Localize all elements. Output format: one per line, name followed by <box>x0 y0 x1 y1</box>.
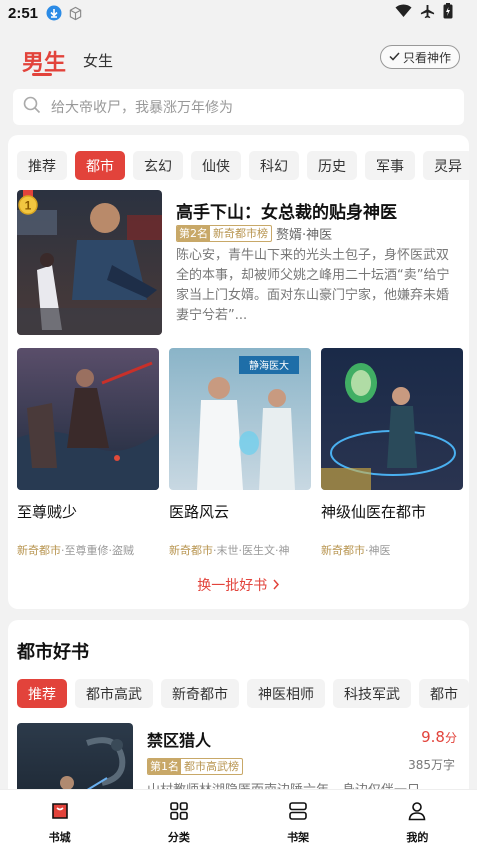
section-title: 都市好书 <box>17 642 89 663</box>
tab-male-indicator <box>32 73 52 76</box>
grid-book-tags: 新奇都市·至尊重修·盗贼 <box>17 542 159 558</box>
wifi-icon <box>395 4 412 22</box>
top-book-genre-tags: 赘婿·神医 <box>276 228 333 243</box>
rank-list-name: 新奇都市榜 <box>213 227 268 240</box>
nav-label: 分类 <box>167 831 190 844</box>
status-bar: 2:51 <box>0 0 477 26</box>
only-masterpiece-label: 只看神作 <box>402 50 451 65</box>
section-book-title[interactable]: 禁区猎人 <box>147 727 211 751</box>
tab-female[interactable]: 女生 <box>83 50 113 71</box>
top-book-item[interactable]: 1 高手下山：女总裁的贴身神医 第2名 新奇都市榜 赘婿·神医 陈心安，青牛山下… <box>17 190 463 335</box>
book-grid: 至尊贼少 新奇都市·至尊重修·盗贼 静海医大 医路风云 新奇都市·末世·医生文·… <box>17 348 463 558</box>
category-tab-fantasy[interactable]: 玄幻 <box>133 151 183 180</box>
category-grid-icon <box>168 800 190 826</box>
rank-medal-number: 1 <box>25 199 32 213</box>
grid-book-title[interactable]: 神级仙医在都市 <box>321 501 463 522</box>
grid-book-item[interactable]: 至尊贼少 新奇都市·至尊重修·盗贼 <box>17 348 159 558</box>
cover-hospital-sign: 静海医大 <box>249 359 289 372</box>
profile-icon <box>406 800 428 826</box>
chevron-right-icon <box>272 578 280 594</box>
grid-book-sub-tags: ·至尊重修·盗贼 <box>61 544 134 557</box>
category-tab-xianxia[interactable]: 仙侠 <box>191 151 241 180</box>
grid-book-sub-tags: ·神医 <box>365 544 391 557</box>
search-placeholder: 给大帝收尸，我暴涨万年修为 <box>51 100 233 116</box>
nav-label: 书城 <box>48 831 71 844</box>
nav-bookshelf[interactable]: 书架 <box>239 790 358 848</box>
top-book-tags: 第2名 新奇都市榜 赘婿·神医 <box>176 224 332 243</box>
grid-book-cover[interactable] <box>17 348 159 490</box>
grid-book-main-tag: 新奇都市 <box>169 544 213 557</box>
grid-book-main-tag: 新奇都市 <box>17 544 61 557</box>
grid-book-main-tag: 新奇都市 <box>321 544 365 557</box>
header: 男生 女生 只看神作 <box>0 40 477 80</box>
battery-icon <box>443 3 453 23</box>
nav-category[interactable]: 分类 <box>119 790 238 848</box>
top-book-title[interactable]: 高手下山：女总裁的贴身神医 <box>176 198 397 223</box>
score-value: 9.8 <box>421 728 445 746</box>
category-tab-scifi[interactable]: 科幻 <box>249 151 299 180</box>
nav-label: 书架 <box>287 831 310 844</box>
category-tab-history[interactable]: 历史 <box>307 151 357 180</box>
grid-book-cover[interactable] <box>321 348 463 490</box>
search-icon <box>23 96 41 118</box>
section-subtabs: 推荐 都市高武 新奇都市 神医相师 科技军武 都市 <box>17 679 469 708</box>
subtab-novel-urban[interactable]: 新奇都市 <box>161 679 239 708</box>
grid-book-title[interactable]: 至尊贼少 <box>17 501 159 522</box>
swap-books-button[interactable]: 换一批好书 <box>8 575 469 595</box>
rank-medal-icon: 1 <box>17 190 39 220</box>
nav-profile[interactable]: 我的 <box>358 790 477 848</box>
top-book-description: 陈心安，青牛山下来的光头土包子，身怀医武双全的本事，却被师父姚之峰用二十坛酒“卖… <box>176 248 450 323</box>
rank-badge: 第2名 新奇都市榜 <box>176 225 272 242</box>
top-book-cover[interactable]: 1 <box>17 190 162 335</box>
section-book-score: 9.8分 <box>421 728 457 746</box>
search-bar[interactable]: 给大帝收尸，我暴涨万年修为 <box>13 89 464 125</box>
status-time: 2:51 <box>8 4 39 22</box>
rank-badge: 第1名 都市高武榜 <box>147 758 243 775</box>
category-tab-recommend[interactable]: 推荐 <box>17 151 67 180</box>
bookstore-icon <box>49 800 71 826</box>
section-book-word-count: 385万字 <box>408 758 455 772</box>
recommend-card: 推荐 都市 玄幻 仙侠 科幻 历史 军事 灵异 1 高手下山：女总裁的贴身神医 … <box>8 135 469 609</box>
grid-book-sub-tags: ·末世·医生文·神 <box>213 544 290 557</box>
category-tab-supernatural[interactable]: 灵异 <box>423 151 469 180</box>
grid-book-item[interactable]: 静海医大 医路风云 新奇都市·末世·医生文·神 <box>169 348 311 558</box>
rank-position: 第2名 <box>177 226 210 241</box>
category-tab-military[interactable]: 军事 <box>365 151 415 180</box>
score-unit: 分 <box>444 731 457 745</box>
only-masterpiece-toggle[interactable]: 只看神作 <box>379 45 460 69</box>
rank-position: 第1名 <box>148 759 181 774</box>
section-book-tags: 第1名 都市高武榜 <box>147 755 243 775</box>
rank-list-name: 都市高武榜 <box>184 760 239 773</box>
grid-book-tags: 新奇都市·神医 <box>321 542 463 558</box>
grid-book-tags: 新奇都市·末世·医生文·神 <box>169 542 311 558</box>
swap-books-label: 换一批好书 <box>197 578 268 594</box>
grid-book-cover[interactable]: 静海医大 <box>169 348 311 490</box>
subtab-doctor-fortune[interactable]: 神医相师 <box>247 679 325 708</box>
grid-book-item[interactable]: 神级仙医在都市 新奇都市·神医 <box>321 348 463 558</box>
checkmark-icon <box>389 50 400 64</box>
cube-notification-icon <box>68 6 83 21</box>
subtab-tech-military[interactable]: 科技军武 <box>333 679 411 708</box>
airplane-mode-icon <box>420 4 435 23</box>
download-notification-icon <box>46 5 62 21</box>
subtab-recommend[interactable]: 推荐 <box>17 679 67 708</box>
category-tabs: 推荐 都市 玄幻 仙侠 科幻 历史 军事 灵异 <box>17 151 469 180</box>
bookshelf-icon <box>287 800 309 826</box>
category-tab-urban[interactable]: 都市 <box>75 151 125 180</box>
subtab-more[interactable]: 都市 <box>419 679 469 708</box>
nav-bookstore[interactable]: 书城 <box>0 790 119 848</box>
nav-label: 我的 <box>406 831 429 844</box>
subtab-urban-martial[interactable]: 都市高武 <box>75 679 153 708</box>
bottom-navigation: 书城 分类 书架 我的 <box>0 789 477 848</box>
grid-book-title[interactable]: 医路风云 <box>169 501 311 522</box>
